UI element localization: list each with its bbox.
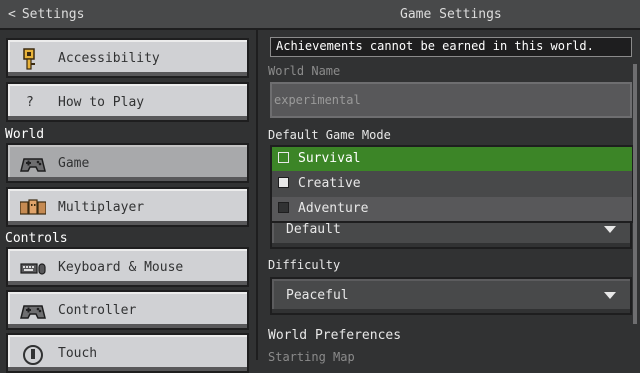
difficulty-value: Peaceful: [286, 288, 349, 303]
scrollbar[interactable]: [633, 64, 637, 324]
chevron-left-icon: <: [8, 7, 16, 22]
sidebar-item-label: Game: [58, 156, 90, 171]
difficulty-label: Difficulty: [268, 258, 341, 272]
touch-icon: [23, 345, 43, 365]
sidebar-item-game[interactable]: Game: [6, 143, 249, 183]
section-header-controls: Controls: [5, 231, 68, 246]
sidebar-item-label: Accessibility: [58, 51, 160, 66]
world-name-field[interactable]: experimental: [270, 82, 632, 118]
question-icon: ?: [26, 95, 34, 110]
sidebar: Accessibility ? How to Play World Game M…: [0, 30, 258, 373]
game-mode-value: Default: [286, 222, 341, 237]
option-creative[interactable]: Creative: [272, 172, 632, 196]
option-adventure[interactable]: Adventure: [272, 197, 632, 221]
sidebar-item-label: Multiplayer: [58, 200, 145, 215]
sidebar-item-label: Controller: [58, 303, 137, 318]
chevron-down-icon: [604, 226, 616, 233]
sidebar-item-label: How to Play: [58, 95, 145, 110]
starting-map-label: Starting Map: [268, 350, 355, 364]
sidebar-item-label: Keyboard & Mouse: [58, 260, 184, 275]
settings-panel: Achievements cannot be earned in this wo…: [260, 30, 640, 364]
controller-icon: [20, 305, 46, 319]
sidebar-item-controller[interactable]: Controller: [6, 290, 249, 330]
back-button[interactable]: < Settings: [8, 7, 84, 22]
page-title: Game Settings: [400, 7, 502, 22]
multiplayer-icon: [20, 199, 46, 215]
key-icon: [23, 48, 35, 70]
achievements-warning-banner: Achievements cannot be earned in this wo…: [270, 37, 632, 57]
world-preferences-heading: World Preferences: [268, 328, 402, 343]
back-label: Settings: [21, 7, 85, 22]
sidebar-item-multiplayer[interactable]: Multiplayer: [6, 187, 249, 227]
sidebar-item-touch[interactable]: Touch: [6, 333, 249, 373]
checkbox-icon: [278, 177, 289, 188]
top-bar: < Settings Game Settings: [0, 0, 640, 30]
sidebar-item-label: Touch: [58, 346, 98, 361]
gamepad-icon: [20, 158, 46, 172]
keyboard-mouse-icon: [20, 263, 46, 275]
option-label: Adventure: [298, 201, 369, 216]
world-name-label: World Name: [268, 64, 341, 78]
checkbox-icon: [278, 152, 289, 163]
checkbox-icon: [278, 202, 289, 213]
difficulty-dropdown[interactable]: Peaceful: [270, 277, 632, 315]
game-mode-options: Survival Creative Adventure: [270, 145, 634, 223]
section-header-world: World: [5, 127, 45, 142]
sidebar-item-how-to-play[interactable]: ? How to Play: [6, 82, 249, 122]
sidebar-item-accessibility[interactable]: Accessibility: [6, 38, 249, 78]
chevron-down-icon: [604, 292, 616, 299]
option-survival[interactable]: Survival: [272, 147, 632, 171]
option-label: Creative: [298, 176, 361, 191]
option-label: Survival: [298, 151, 361, 166]
game-mode-label: Default Game Mode: [268, 128, 391, 142]
sidebar-item-keyboard-mouse[interactable]: Keyboard & Mouse: [6, 247, 249, 287]
